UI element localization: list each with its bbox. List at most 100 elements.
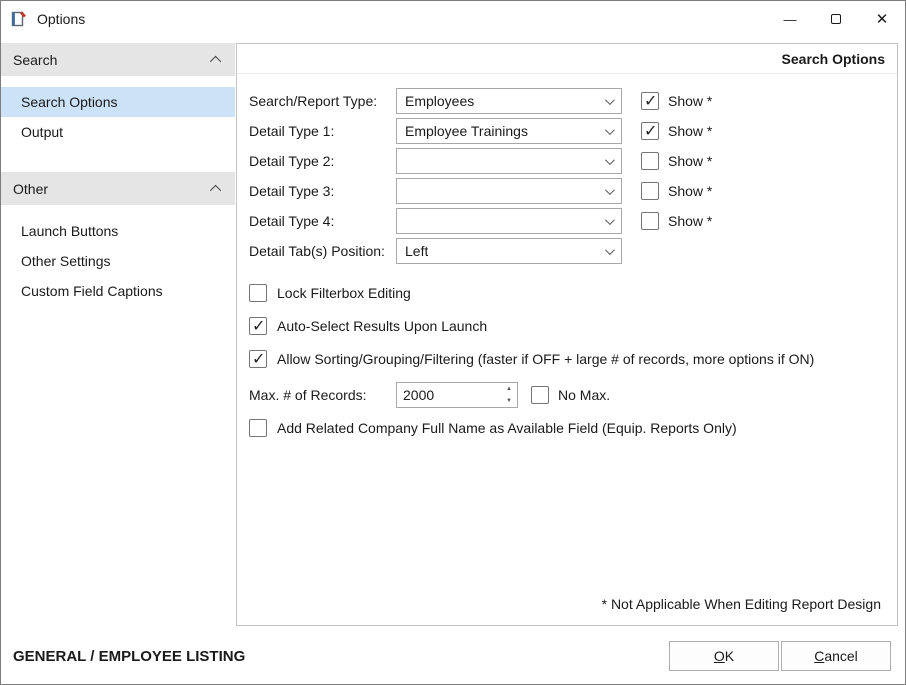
section-items-search: Search Options Output xyxy=(1,76,235,147)
cancel-label-rest: ancel xyxy=(824,648,857,664)
show-checkbox-3[interactable] xyxy=(641,152,659,170)
spinner-down-icon[interactable] xyxy=(501,395,517,407)
bottombar: GENERAL / EMPLOYEE LISTING OK Cancel xyxy=(1,634,905,684)
button-group: OK Cancel xyxy=(669,641,891,671)
chevron-down-icon xyxy=(605,245,615,255)
section-label: Search xyxy=(13,52,57,68)
search-options-panel: Search Options Search/Report Type: Emplo… xyxy=(236,43,898,626)
no-max-checkbox[interactable] xyxy=(531,386,549,404)
show-group: Show * xyxy=(641,182,712,200)
show-label: Show * xyxy=(668,183,712,199)
field-label: Detail Tab(s) Position: xyxy=(249,243,396,259)
close-icon: ✕ xyxy=(876,10,889,28)
show-label: Show * xyxy=(668,213,712,229)
show-group: Show * xyxy=(641,212,712,230)
chevron-down-icon xyxy=(605,95,615,105)
sidebar-item-output[interactable]: Output xyxy=(1,117,235,147)
allow-sorting-checkbox[interactable] xyxy=(249,350,267,368)
field-label: Detail Type 3: xyxy=(249,183,396,199)
options-window: Options — ✕ Search Search Options Output xyxy=(0,0,906,685)
checkbox-label: Allow Sorting/Grouping/Filtering (faster… xyxy=(277,351,814,367)
show-label: Show * xyxy=(668,153,712,169)
footnote: * Not Applicable When Editing Report Des… xyxy=(602,596,881,612)
detail-tabs-position-row: Detail Tab(s) Position: Left xyxy=(249,238,885,264)
close-button[interactable]: ✕ xyxy=(859,1,905,37)
minimize-icon: — xyxy=(784,12,797,27)
sidebar-item-label: Other Settings xyxy=(21,253,111,269)
window-controls: — ✕ xyxy=(767,1,905,37)
chevron-down-icon xyxy=(605,155,615,165)
field-label: Detail Type 4: xyxy=(249,213,396,229)
lock-filterbox-row: Lock Filterbox Editing xyxy=(249,283,885,303)
ok-access-key: O xyxy=(714,648,725,664)
field-label: Max. # of Records: xyxy=(249,387,396,403)
show-group: Show * xyxy=(641,122,712,140)
detail-type-2-dropdown[interactable] xyxy=(396,148,622,174)
cancel-button[interactable]: Cancel xyxy=(781,641,891,671)
app-icon xyxy=(10,10,28,28)
lock-filterbox-checkbox[interactable] xyxy=(249,284,267,302)
sidebar-section-search[interactable]: Search xyxy=(1,43,235,76)
ok-label-rest: K xyxy=(725,648,734,664)
chevron-down-icon xyxy=(605,185,615,195)
show-group: Show * xyxy=(641,92,712,110)
sidebar-section-other[interactable]: Other xyxy=(1,172,235,205)
allow-sorting-row: Allow Sorting/Grouping/Filtering (faster… xyxy=(249,349,885,369)
detail-type-1-dropdown[interactable]: Employee Trainings xyxy=(396,118,622,144)
search-report-type-row: Search/Report Type: Employees Show * xyxy=(249,88,885,114)
sidebar-item-label: Search Options xyxy=(21,94,118,110)
auto-select-row: Auto-Select Results Upon Launch xyxy=(249,316,885,336)
chevron-down-icon xyxy=(605,125,615,135)
detail-type-3-row: Detail Type 3: Show * xyxy=(249,178,885,204)
sidebar-item-label: Launch Buttons xyxy=(21,223,118,239)
spinner-up-icon[interactable] xyxy=(501,383,517,395)
show-label: Show * xyxy=(668,93,712,109)
minimize-button[interactable]: — xyxy=(767,1,813,37)
maximize-button[interactable] xyxy=(813,1,859,37)
sidebar-item-label: Output xyxy=(21,124,63,140)
form-area: Search/Report Type: Employees Show * Det… xyxy=(237,74,897,438)
checkbox-label: Add Related Company Full Name as Availab… xyxy=(277,420,737,436)
chevron-up-icon xyxy=(210,55,221,66)
sidebar-item-search-options[interactable]: Search Options xyxy=(1,87,235,117)
sidebar-item-other-settings[interactable]: Other Settings xyxy=(1,246,235,276)
titlebar: Options — ✕ xyxy=(1,1,905,37)
field-label: Detail Type 1: xyxy=(249,123,396,139)
checkbox-label: Lock Filterbox Editing xyxy=(277,285,411,301)
detail-type-2-row: Detail Type 2: Show * xyxy=(249,148,885,174)
detail-type-4-dropdown[interactable] xyxy=(396,208,622,234)
sidebar-item-launch-buttons[interactable]: Launch Buttons xyxy=(1,216,235,246)
field-label: Search/Report Type: xyxy=(249,93,396,109)
main-wrap: Search Options Search/Report Type: Emplo… xyxy=(235,37,905,634)
max-records-input[interactable] xyxy=(397,383,501,407)
section-items-other: Launch Buttons Other Settings Custom Fie… xyxy=(1,205,235,306)
show-checkbox-1[interactable] xyxy=(641,92,659,110)
show-checkbox-4[interactable] xyxy=(641,182,659,200)
add-related-row: Add Related Company Full Name as Availab… xyxy=(249,418,885,438)
detail-type-1-row: Detail Type 1: Employee Trainings Show * xyxy=(249,118,885,144)
detail-type-3-dropdown[interactable] xyxy=(396,178,622,204)
detail-type-4-row: Detail Type 4: Show * xyxy=(249,208,885,234)
add-related-checkbox[interactable] xyxy=(249,419,267,437)
section-label: Other xyxy=(13,181,48,197)
no-max-group: No Max. xyxy=(531,386,610,404)
show-checkbox-2[interactable] xyxy=(641,122,659,140)
no-max-label: No Max. xyxy=(558,387,610,403)
detail-tabs-position-dropdown[interactable]: Left xyxy=(396,238,622,264)
field-label: Detail Type 2: xyxy=(249,153,396,169)
sidebar: Search Search Options Output Other Launc… xyxy=(1,37,235,634)
ok-button[interactable]: OK xyxy=(669,641,779,671)
sidebar-item-custom-field-captions[interactable]: Custom Field Captions xyxy=(1,276,235,306)
show-group: Show * xyxy=(641,152,712,170)
auto-select-checkbox[interactable] xyxy=(249,317,267,335)
maximize-icon xyxy=(831,14,841,24)
search-report-type-dropdown[interactable]: Employees xyxy=(396,88,622,114)
status-text: GENERAL / EMPLOYEE LISTING xyxy=(13,648,245,665)
window-title: Options xyxy=(37,11,85,27)
cancel-access-key: C xyxy=(814,648,824,664)
checkbox-label: Auto-Select Results Upon Launch xyxy=(277,318,487,334)
sidebar-item-label: Custom Field Captions xyxy=(21,283,163,299)
show-label: Show * xyxy=(668,123,712,139)
show-checkbox-5[interactable] xyxy=(641,212,659,230)
panel-title: Search Options xyxy=(237,44,897,74)
